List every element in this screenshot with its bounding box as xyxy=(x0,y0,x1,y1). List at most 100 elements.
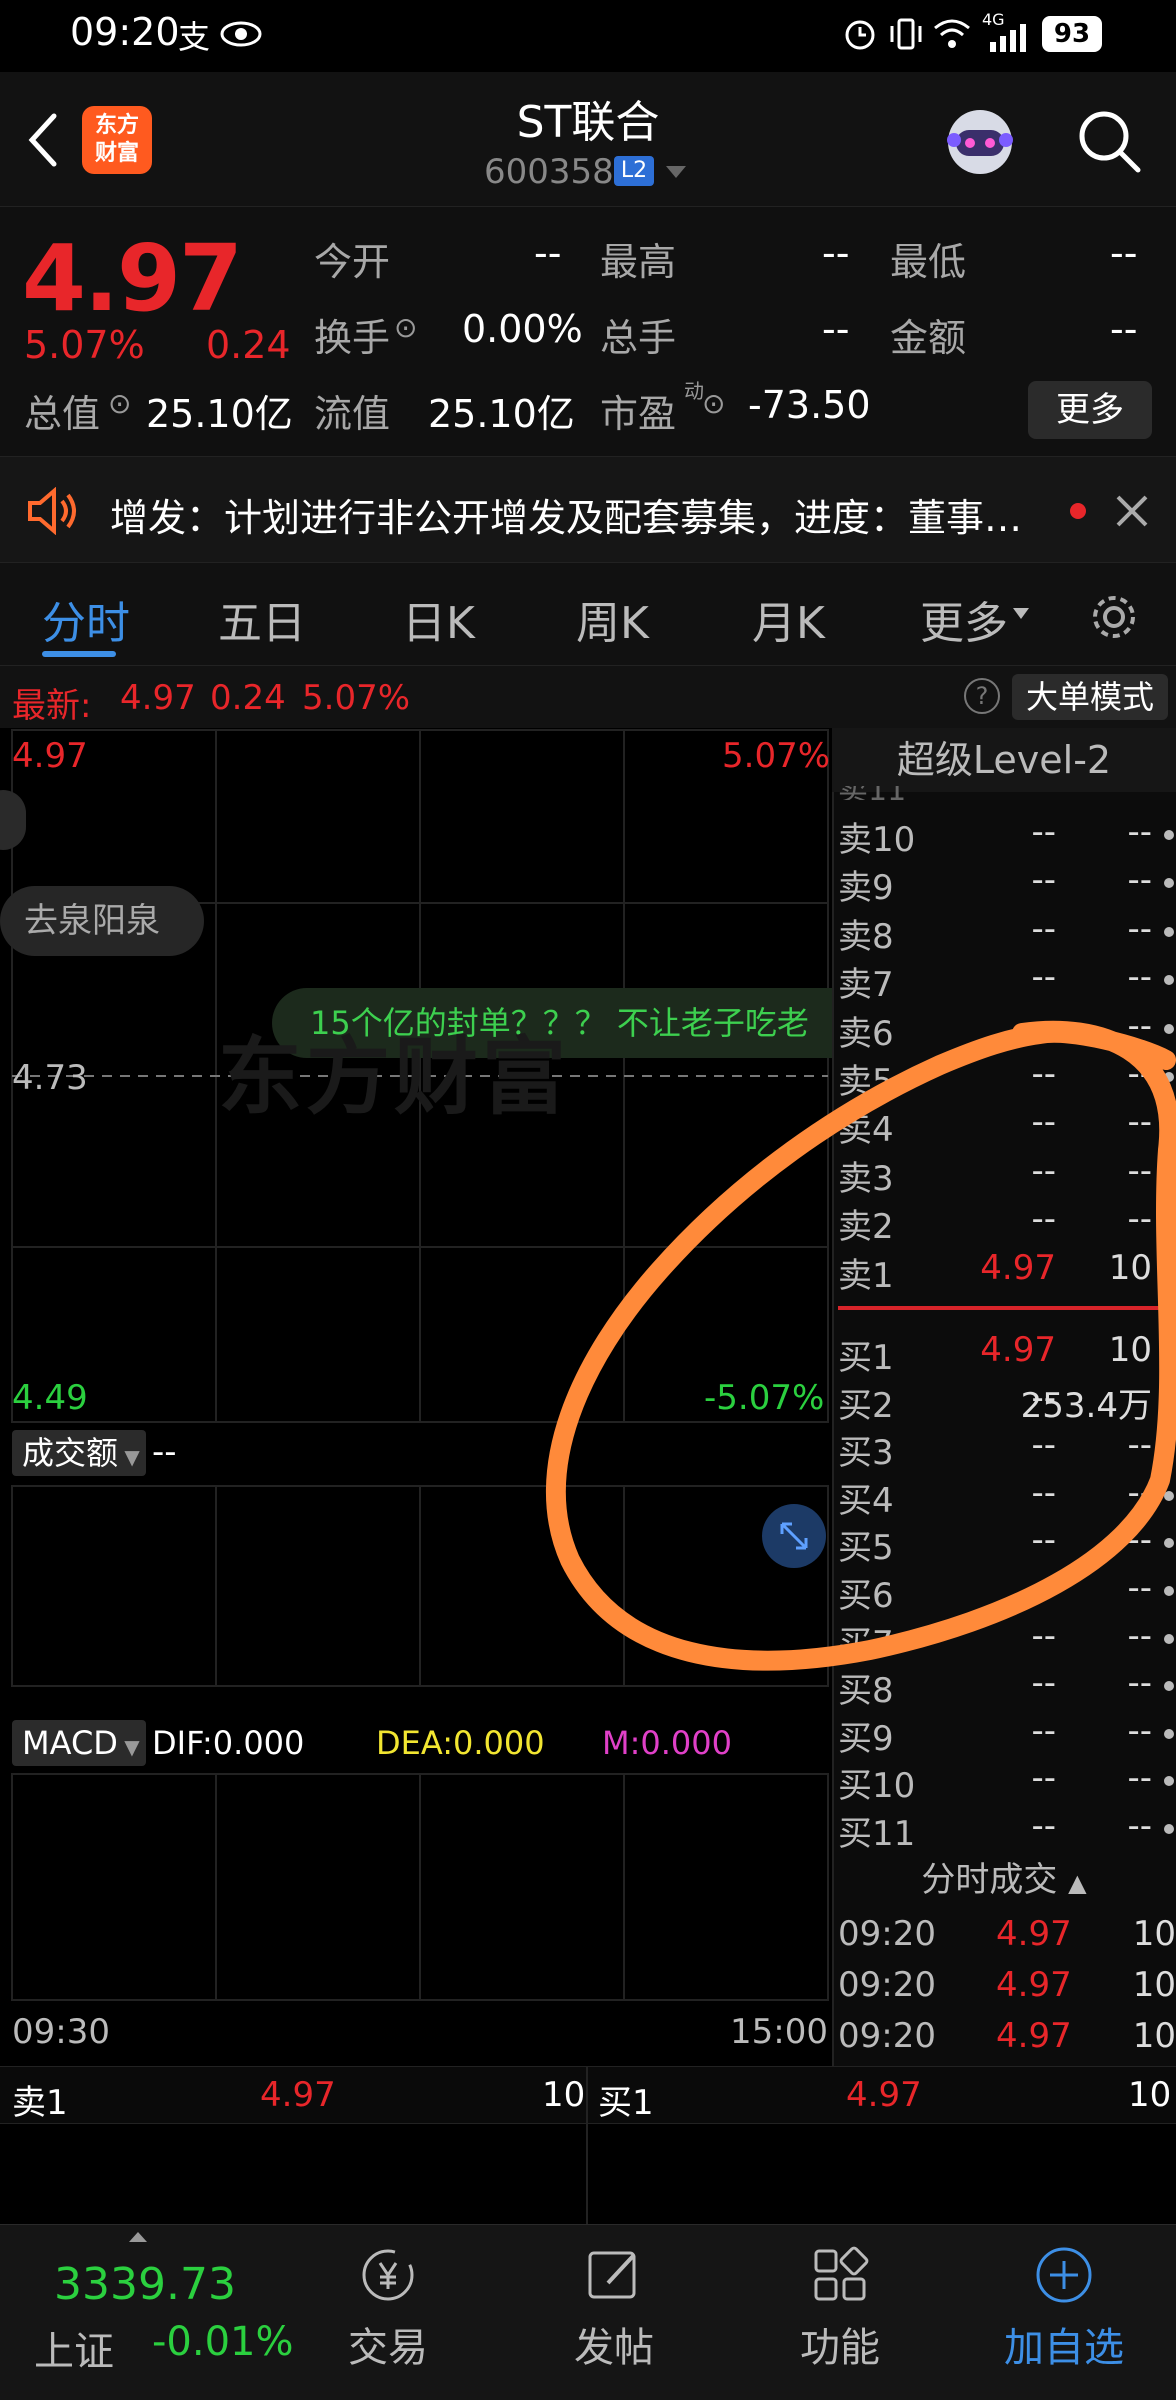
trade-price: 4.97 xyxy=(996,2016,1072,2056)
trade-price: 4.97 xyxy=(996,1914,1072,1954)
trade-time: 09:20 xyxy=(838,1914,936,1954)
level-name: 卖10 xyxy=(838,820,916,860)
change-value: 0.24 xyxy=(206,323,291,367)
tab-intraday[interactable]: 分时 xyxy=(42,587,130,651)
l1-sell-price: 4.97 xyxy=(260,2075,336,2115)
nav-trade[interactable]: 交易 xyxy=(308,2243,468,2373)
ask-row[interactable]: 卖9 -- -- xyxy=(836,860,1176,908)
active-tab-indicator xyxy=(42,651,116,657)
battery-level: 93 xyxy=(1053,19,1091,49)
l1-sell-vol: 10 xyxy=(542,2075,586,2115)
caret-down-icon: ▼ xyxy=(118,1445,140,1469)
chart-top-price: 4.97 xyxy=(12,736,88,776)
l1-buy-vol: 10 xyxy=(1128,2075,1172,2115)
time-axis-start: 09:30 xyxy=(12,2012,110,2052)
ask-row[interactable]: 卖7 -- -- xyxy=(836,957,1176,1005)
open-value: -- xyxy=(534,231,562,275)
level1-strip: 卖1 4.97 10 买1 4.97 10 xyxy=(0,2066,1176,2225)
latest-pct: 5.07% xyxy=(302,678,411,718)
search-icon[interactable] xyxy=(1074,106,1144,176)
macd-dea: DEA:0.000 xyxy=(376,1724,545,1762)
trade-time: 09:20 xyxy=(838,2016,936,2056)
help-icon[interactable]: ? xyxy=(964,678,1000,714)
info-icon[interactable]: ⊙ xyxy=(108,387,131,420)
tab-weekly-k[interactable]: 周K xyxy=(576,587,649,651)
nav-add-watchlist[interactable]: 加自选 xyxy=(984,2243,1144,2373)
latest-price-bar: 最新: 4.97 0.24 5.07% ? 大单模式 xyxy=(0,666,1176,728)
level-dot-icon xyxy=(1164,1728,1174,1739)
change-pct: 5.07% xyxy=(24,323,145,367)
tab-daily-k[interactable]: 日K xyxy=(402,587,475,651)
volume-indicator-select[interactable]: 成交额 ▼ xyxy=(12,1430,146,1476)
level-price: -- xyxy=(1031,1758,1056,1799)
trade-volume: 10 xyxy=(1132,1914,1176,1954)
latest-change: 0.24 xyxy=(210,678,286,718)
tab-monthly-k[interactable]: 月K xyxy=(752,587,825,651)
caret-up-icon: ▲ xyxy=(1068,1869,1087,1897)
level-dot-icon xyxy=(1164,975,1174,986)
level-name: 买9 xyxy=(838,1718,894,1759)
latest-price: 4.97 xyxy=(120,678,196,718)
turnover-value: 0.00% xyxy=(462,307,583,351)
chart-bottom-price: 4.49 xyxy=(12,1378,88,1418)
level-price: -- xyxy=(1031,860,1056,901)
ask-row[interactable]: 卖10 -- -- xyxy=(836,812,1176,860)
trade-time: 09:20 xyxy=(838,1965,936,2005)
volume-indicator-label: 成交额 xyxy=(22,1434,119,1472)
volume-indicator-value: -- xyxy=(152,1432,177,1472)
status-time: 09:20 xyxy=(70,10,180,54)
topic-bubble[interactable]: 去泉阳泉 xyxy=(0,886,204,956)
info-icon[interactable]: ⊙ xyxy=(394,311,417,344)
bid-row[interactable]: 买10 -- -- xyxy=(836,1758,1176,1806)
float-label: 流值 xyxy=(314,392,391,436)
notice-bar[interactable]: 增发：计划进行非公开增发及配套募集，进度：董事… xyxy=(0,456,1176,562)
level-name: 卖8 xyxy=(838,916,894,957)
robot-assistant-icon[interactable] xyxy=(940,102,1020,182)
info-icon[interactable]: ⊙ xyxy=(702,387,725,420)
bid-row[interactable]: 买11 -- -- xyxy=(836,1806,1176,1854)
index-ticker[interactable]: 3339.73 上证 -0.01% xyxy=(20,2239,294,2389)
tab-more[interactable]: 更多 xyxy=(920,587,1008,651)
time-axis-end: 15:00 xyxy=(730,2012,828,2052)
level-price: -- xyxy=(1031,957,1056,998)
order-book-title[interactable]: 超级Level-2 xyxy=(832,728,1176,792)
watermark: 东方财富 xyxy=(218,1028,571,1126)
caret-down-icon xyxy=(1013,608,1029,619)
settings-gear-icon[interactable] xyxy=(1088,591,1140,643)
latest-label: 最新: xyxy=(12,686,92,726)
level1-separator xyxy=(586,2067,588,2225)
caret-down-icon[interactable] xyxy=(664,164,688,180)
tab-five-day[interactable]: 五日 xyxy=(218,587,306,651)
level-volume: -- xyxy=(1127,1710,1152,1751)
level-dot-icon xyxy=(1164,926,1174,937)
mktcap-value: 25.10亿 xyxy=(146,392,293,436)
trades-title[interactable]: 分时成交 ▲ xyxy=(832,1852,1176,1901)
level-price: -- xyxy=(1031,1806,1056,1846)
nav-add-watchlist-label: 加自选 xyxy=(1004,2325,1124,2371)
index-name: 上证 xyxy=(34,2329,114,2375)
chart-tabs: 分时 五日 日K 周K 月K 更多 xyxy=(0,562,1176,666)
chart-top-pct: 5.07% xyxy=(722,736,831,776)
level-volume: -- xyxy=(1127,1758,1152,1799)
nav-post[interactable]: 发帖 xyxy=(534,2243,694,2373)
wifi-icon xyxy=(934,19,970,48)
hand-drawn-circle-annotation xyxy=(546,1020,1176,1671)
more-button[interactable]: 更多 xyxy=(1028,381,1152,439)
speaker-icon xyxy=(28,487,76,535)
nav-functions[interactable]: 功能 xyxy=(760,2243,920,2373)
big-order-mode-button[interactable]: 大单模式 xyxy=(1012,674,1168,720)
chart-mid-price: 4.73 xyxy=(12,1058,88,1098)
l1-sell-name: 卖1 xyxy=(12,2083,68,2123)
quote-panel: 4.97 5.07% 0.24 今开 -- 最高 -- 最低 -- 换手 ⊙ 0… xyxy=(0,206,1176,456)
level-volume: -- xyxy=(1127,860,1152,901)
level-volume: -- xyxy=(1127,1806,1152,1846)
close-icon[interactable] xyxy=(1114,493,1150,529)
bid-row[interactable]: 买9 -- -- xyxy=(836,1711,1176,1759)
macd-indicator-select[interactable]: MACD ▼ xyxy=(12,1720,146,1766)
amount-label: 金额 xyxy=(890,316,967,360)
add-circle-icon xyxy=(1036,2247,1092,2303)
ask-row[interactable]: 卖8 -- -- xyxy=(836,909,1176,957)
level-name: 买11 xyxy=(838,1814,916,1854)
level-dot-icon xyxy=(1164,878,1174,889)
level-dot-icon xyxy=(1164,1824,1174,1834)
